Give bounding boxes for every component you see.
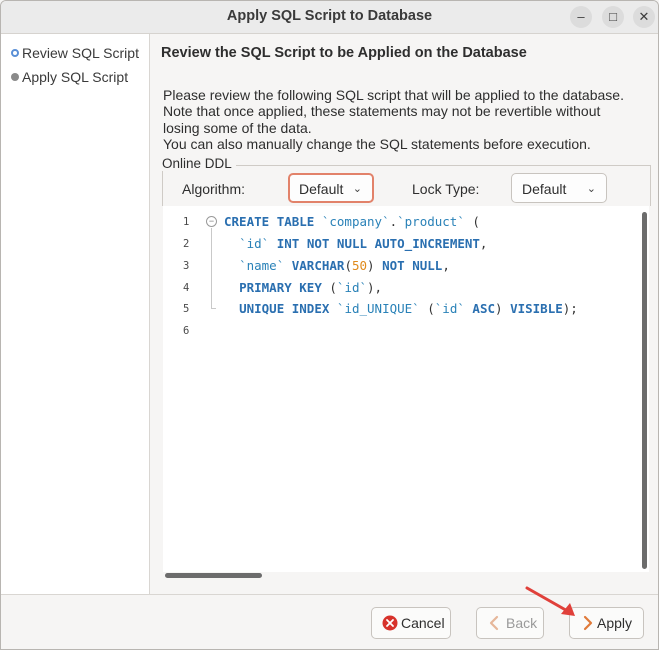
code-line[interactable]: `id` INT NOT NULL AUTO_INCREMENT, xyxy=(224,236,487,251)
cancel-label: Cancel xyxy=(401,615,445,631)
algorithm-value: Default xyxy=(299,181,344,197)
code-line[interactable]: `name` VARCHAR(50) NOT NULL, xyxy=(224,258,450,273)
wizard-steps-sidebar: Review SQL Script Apply SQL Script xyxy=(1,34,150,594)
fold-guide xyxy=(211,228,212,309)
description: Please review the following SQL script t… xyxy=(163,87,653,152)
title-bar[interactable]: Apply SQL Script to Database – □ ✕ xyxy=(1,1,658,34)
apply-sql-dialog: Apply SQL Script to Database – □ ✕ Revie… xyxy=(0,0,659,650)
sql-editor[interactable]: 1 2 3 4 5 6 − CREATE TABLE `company`.`pr… xyxy=(163,206,649,572)
algorithm-label: Algorithm: xyxy=(182,181,246,197)
line-number: 6 xyxy=(183,325,190,337)
active-step-icon xyxy=(11,49,19,58)
cancel-button[interactable]: Cancel xyxy=(371,607,451,639)
pending-step-icon xyxy=(11,73,19,82)
maximize-icon[interactable]: □ xyxy=(602,6,624,28)
line-number: 1 xyxy=(183,216,190,228)
step-label: Review SQL Script xyxy=(22,45,139,61)
online-ddl-legend: Online DDL xyxy=(162,156,236,171)
minimize-icon[interactable]: – xyxy=(570,6,592,28)
horizontal-scrollbar[interactable] xyxy=(165,573,262,578)
fold-guide-end xyxy=(211,308,216,309)
step-apply-sql-script: Apply SQL Script xyxy=(11,69,128,85)
apply-label: Apply xyxy=(597,615,633,631)
lock-type-label: Lock Type: xyxy=(412,181,480,197)
code-line[interactable]: UNIQUE INDEX `id_UNIQUE` (`id` ASC) VISI… xyxy=(224,301,578,316)
chevron-down-icon: ⌄ xyxy=(586,183,596,195)
code-line[interactable]: CREATE TABLE `company`.`product` ( xyxy=(224,214,480,229)
line-number: 2 xyxy=(183,238,190,250)
step-label: Apply SQL Script xyxy=(22,69,129,85)
line-number: 5 xyxy=(183,303,190,315)
algorithm-select[interactable]: Default ⌄ xyxy=(288,173,374,203)
annotation-arrow-icon xyxy=(525,586,575,616)
description-line: losing some of the data. xyxy=(163,119,312,136)
line-number: 4 xyxy=(183,282,190,294)
fold-collapse-icon[interactable]: − xyxy=(206,216,217,227)
lock-type-select[interactable]: Default ⌄ xyxy=(511,173,607,203)
close-icon[interactable]: ✕ xyxy=(633,6,655,28)
description-line: Note that once applied, these statements… xyxy=(163,103,601,120)
window-title: Apply SQL Script to Database xyxy=(226,8,433,24)
cancel-icon xyxy=(382,615,398,631)
chevron-down-icon: ⌄ xyxy=(352,183,362,195)
line-number: 3 xyxy=(183,260,190,272)
description-line: Please review the following SQL script t… xyxy=(163,87,624,103)
vertical-scrollbar[interactable] xyxy=(642,212,647,569)
chevron-right-icon xyxy=(583,615,593,631)
page-heading: Review the SQL Script to be Applied on t… xyxy=(161,45,527,61)
step-review-sql-script: Review SQL Script xyxy=(11,45,139,61)
code-line[interactable]: PRIMARY KEY (`id`), xyxy=(224,280,382,295)
description-line: You can also manually change the SQL sta… xyxy=(163,135,591,152)
lock-type-value: Default xyxy=(522,181,567,197)
chevron-left-icon xyxy=(489,615,499,631)
